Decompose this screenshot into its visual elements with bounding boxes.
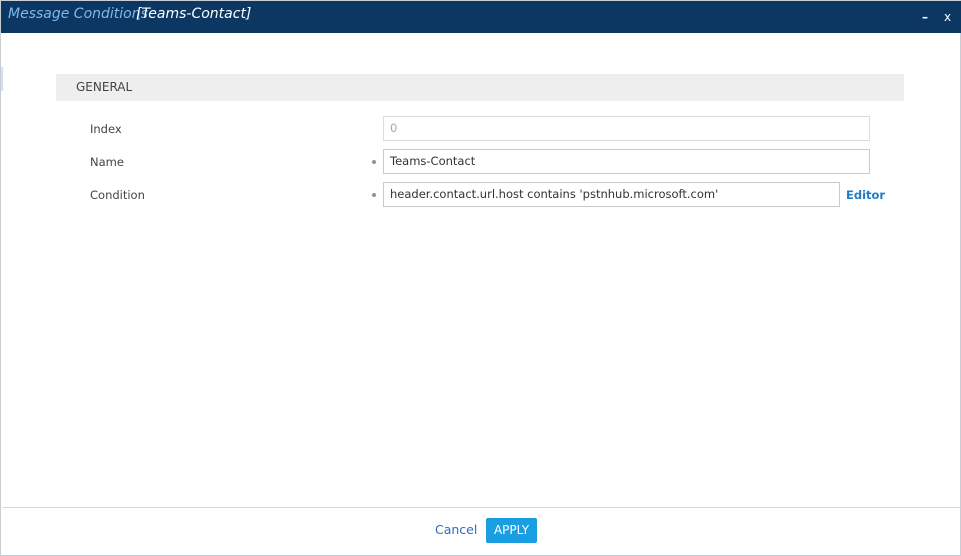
dialog-record-name: [Teams-Contact] — [136, 6, 252, 22]
name-label: Name — [90, 155, 124, 169]
minimize-icon[interactable]: – — [922, 9, 928, 25]
dialog-titlebar: Message Conditions [Teams-Contact] – x — [1, 1, 961, 33]
index-field: 0 — [383, 116, 870, 141]
apply-button[interactable]: APPLY — [486, 518, 537, 543]
condition-editor-link[interactable]: Editor — [846, 188, 885, 202]
footer-divider — [2, 507, 960, 508]
name-field[interactable]: Teams-Contact — [383, 149, 870, 174]
condition-required-indicator — [372, 193, 376, 197]
close-icon[interactable]: x — [944, 9, 951, 25]
condition-field[interactable]: header.contact.url.host contains 'pstnhu… — [383, 182, 840, 207]
dialog-title: Message Conditions — [8, 6, 148, 22]
cancel-button[interactable]: Cancel — [435, 522, 477, 537]
left-edge-marker — [1, 67, 3, 91]
message-conditions-dialog: Message Conditions [Teams-Contact] – x G… — [0, 0, 961, 556]
section-header-general: GENERAL — [56, 74, 904, 101]
condition-label: Condition — [90, 188, 145, 202]
index-label: Index — [90, 122, 122, 136]
name-required-indicator — [372, 160, 376, 164]
